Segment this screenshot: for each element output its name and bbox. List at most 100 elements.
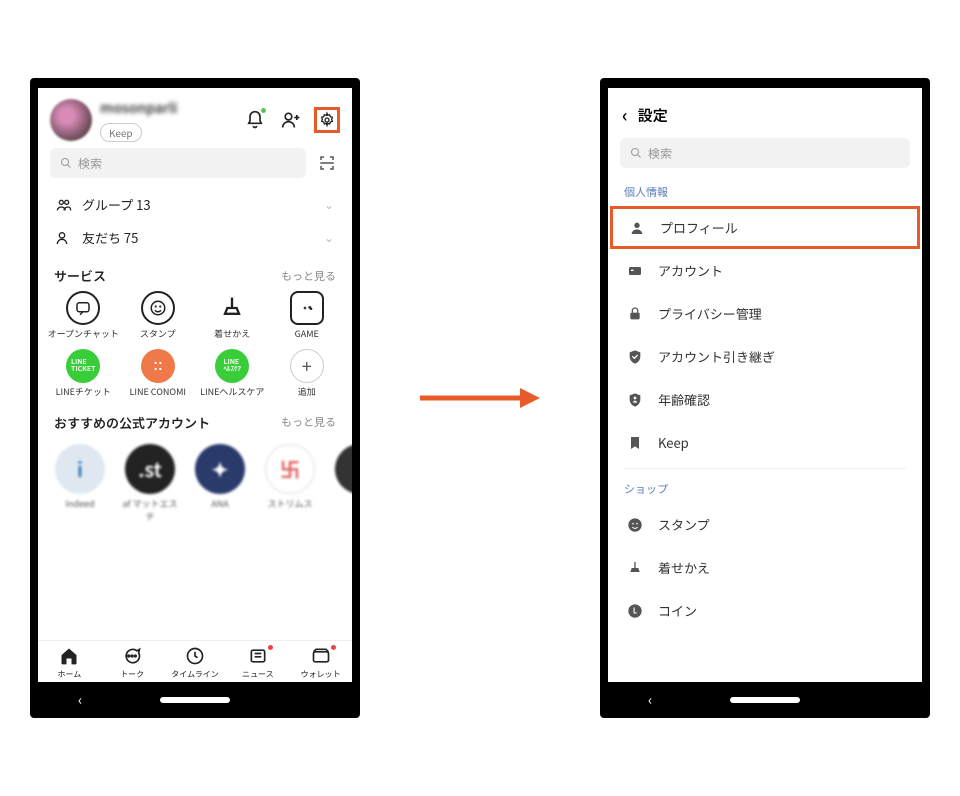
nav-home-pill[interactable] [160, 697, 230, 703]
service-conomi[interactable]: LINE CONOMI [121, 349, 196, 397]
service-add[interactable]: + 追加 [270, 349, 345, 397]
tab-home[interactable]: ホーム [38, 645, 101, 680]
settings-item-transfer[interactable]: アカウント引き継ぎ [608, 335, 922, 378]
smile-icon [626, 517, 644, 533]
wallet-icon [310, 645, 332, 667]
brush-icon [626, 560, 644, 576]
tab-talk[interactable]: トーク [101, 645, 164, 680]
qr-scan-icon[interactable] [314, 150, 340, 176]
settings-item-coin[interactable]: L コイン [608, 589, 922, 632]
plus-icon: + [290, 349, 324, 383]
groups-label: グループ 13 [82, 195, 151, 214]
settings-item-profile[interactable]: プロフィール [610, 206, 920, 249]
settings-item-label: プロフィール [660, 218, 738, 237]
home-header: mosonparli Keep [38, 88, 352, 148]
service-ticket[interactable]: LINETICKET LINEチケット [46, 349, 121, 397]
search-input[interactable]: 検索 [50, 148, 306, 178]
service-label: LINEヘルスケア [200, 387, 264, 397]
ticket-icon: LINETICKET [66, 349, 100, 383]
settings-item-label: プライバシー管理 [658, 304, 762, 323]
account-item[interactable]: iIndeed [50, 444, 110, 523]
services-grid: オープンチャット スタンプ 着せかえ GAME LINETICKET LINEチ… [38, 291, 352, 401]
service-healthcare[interactable]: LINEﾍﾙｽｹｱ LINEヘルスケア [195, 349, 270, 397]
service-theme[interactable]: 着せかえ [195, 291, 270, 339]
openchat-icon [66, 291, 100, 325]
tab-wallet[interactable]: ウォレット [289, 645, 352, 680]
settings-item-label: Keep [658, 433, 689, 452]
settings-item-stamp[interactable]: スタンプ [608, 503, 922, 546]
add-friend-icon[interactable] [278, 107, 304, 133]
nav-back-icon[interactable]: ‹ [648, 690, 652, 710]
chat-icon [121, 645, 143, 667]
settings-item-label: 年齢確認 [658, 390, 710, 409]
android-navbar: ‹ [38, 682, 352, 718]
home-icon [58, 645, 80, 667]
header-actions [242, 107, 340, 133]
bell-icon[interactable] [242, 107, 268, 133]
settings-gear-icon[interactable] [314, 107, 340, 133]
home-screen: mosonparli Keep 検索 [38, 88, 352, 682]
settings-item-keep[interactable]: Keep [608, 421, 922, 464]
service-stamp[interactable]: スタンプ [121, 291, 196, 339]
news-icon [247, 645, 269, 667]
healthcare-icon: LINEﾍﾙｽｹｱ [215, 349, 249, 383]
search-row: 検索 [38, 148, 352, 188]
phone-home: mosonparli Keep 検索 [30, 78, 360, 718]
service-label: 追加 [298, 387, 316, 397]
groups-row[interactable]: グループ 13 ⌄ [38, 188, 352, 221]
search-icon [630, 147, 642, 159]
accounts-more-link[interactable]: もっと見る [281, 414, 336, 430]
nav-back-icon[interactable]: ‹ [78, 690, 82, 710]
tab-timeline[interactable]: タイムライン [164, 645, 227, 680]
phone-settings: ‹ 設定 検索 個人情報 プロフィール アカウント プライバシー管理 アカウント… [600, 78, 930, 718]
settings-item-label: アカウント [658, 261, 723, 280]
services-more-link[interactable]: もっと見る [281, 268, 336, 284]
account-item[interactable]: ✦ANA [190, 444, 250, 523]
person-icon [628, 220, 646, 236]
settings-search-input[interactable]: 検索 [620, 138, 910, 168]
keep-badge[interactable]: Keep [100, 123, 142, 142]
chevron-down-icon: ⌄ [324, 229, 334, 246]
settings-item-label: 着せかえ [658, 558, 710, 577]
lock-icon [626, 306, 644, 322]
svg-text:L: L [633, 605, 637, 616]
flow-arrow [420, 383, 540, 413]
card-icon [626, 263, 644, 279]
account-item[interactable]: uu [330, 444, 352, 523]
settings-item-account[interactable]: アカウント [608, 249, 922, 292]
accounts-header: おすすめの公式アカウント もっと見る [38, 401, 352, 438]
settings-item-label: コイン [658, 601, 697, 620]
divider [624, 468, 906, 469]
service-label: GAME [295, 329, 319, 339]
friends-row[interactable]: 友だち 75 ⌄ [38, 221, 352, 254]
service-label: 着せかえ [214, 329, 250, 339]
brush-icon [215, 291, 249, 325]
back-chevron-icon[interactable]: ‹ [622, 102, 628, 128]
game-icon [290, 291, 324, 325]
coin-icon: L [626, 603, 644, 619]
settings-search-placeholder: 検索 [648, 145, 672, 162]
username-block: mosonparli Keep [100, 98, 234, 142]
section-shop-label: ショップ [608, 473, 922, 503]
service-label: LINEチケット [56, 387, 111, 397]
shield-check-icon [626, 349, 644, 365]
avatar[interactable] [50, 99, 92, 141]
settings-item-theme[interactable]: 着せかえ [608, 546, 922, 589]
service-openchat[interactable]: オープンチャット [46, 291, 121, 339]
bookmark-icon [626, 435, 644, 451]
settings-header: ‹ 設定 [608, 88, 922, 138]
account-item[interactable]: .staf マットエステ [120, 444, 180, 523]
section-personal-label: 個人情報 [608, 176, 922, 206]
tab-news[interactable]: ニュース [226, 645, 289, 680]
settings-item-privacy[interactable]: プライバシー管理 [608, 292, 922, 335]
nav-home-pill[interactable] [730, 697, 800, 703]
clock-icon [184, 645, 206, 667]
service-game[interactable]: GAME [270, 291, 345, 339]
accounts-row[interactable]: iIndeed .staf マットエステ ✦ANA 卐ストリムス uu [38, 438, 352, 523]
service-label: スタンプ [140, 329, 176, 339]
service-label: オープンチャット [48, 329, 119, 339]
account-item[interactable]: 卐ストリムス [260, 444, 320, 523]
settings-item-age[interactable]: 年齢確認 [608, 378, 922, 421]
conomi-icon [141, 349, 175, 383]
android-navbar: ‹ [608, 682, 922, 718]
